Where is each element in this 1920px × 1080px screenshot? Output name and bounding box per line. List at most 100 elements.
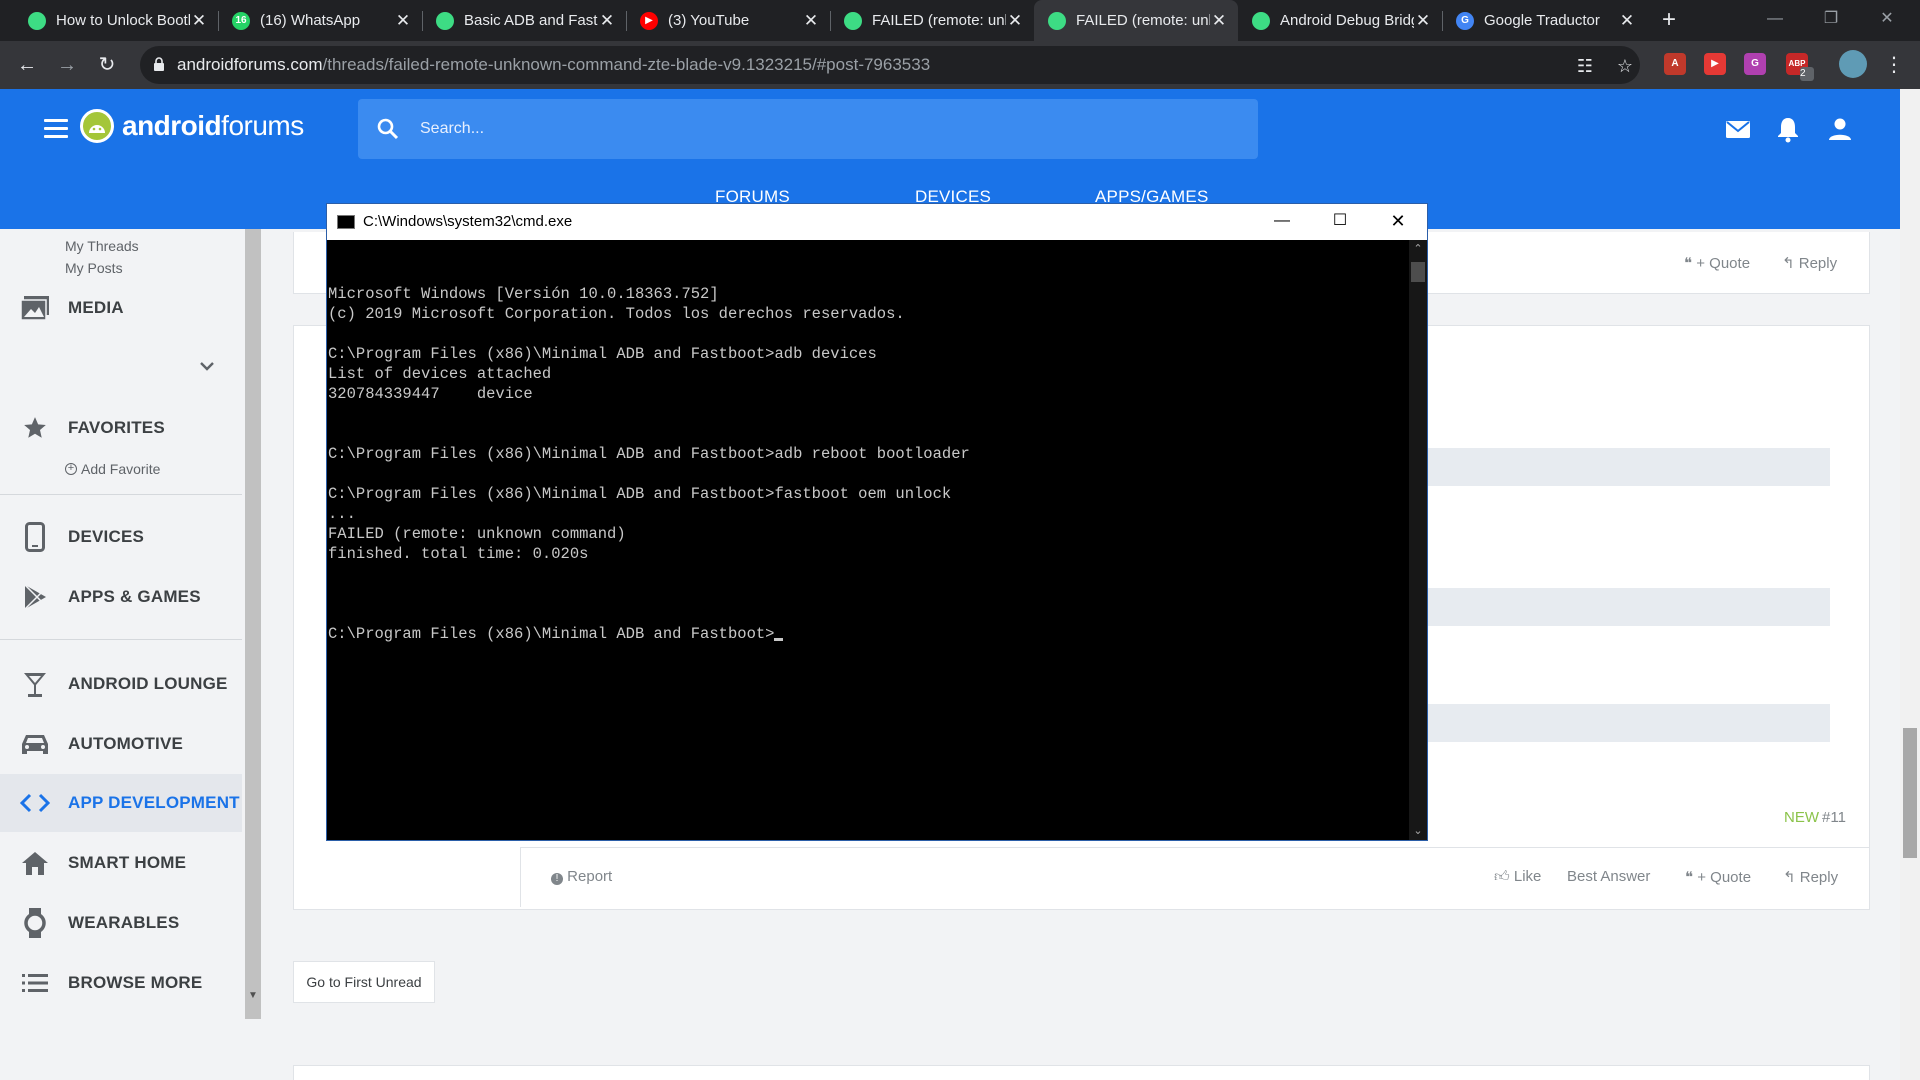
sidebar-item-apps-games[interactable]: APPS & GAMES	[0, 568, 242, 626]
browser-tab[interactable]: Android Debug Bridge ✕	[1238, 0, 1442, 41]
account-icon[interactable]	[1826, 115, 1854, 143]
browser-tab[interactable]: How to Unlock Bootloader✕	[14, 0, 218, 41]
go-to-first-unread-button[interactable]: Go to First Unread	[293, 961, 435, 1003]
cmd-prompt-line[interactable]: C:\Program Files (x86)\Minimal ADB and F…	[328, 624, 1408, 644]
cmd-window[interactable]: C:\Windows\system32\cmd.exe — ☐ ✕ Micros…	[326, 203, 1428, 841]
forward-button[interactable]: →	[53, 51, 81, 79]
hamburger-menu-icon[interactable]	[44, 119, 68, 139]
cmd-output-line: C:\Program Files (x86)\Minimal ADB and F…	[328, 485, 952, 503]
cmd-scroll-down-arrow[interactable]: ⌄	[1409, 822, 1427, 840]
address-bar[interactable]: androidforums.com/threads/failed-remote-…	[140, 46, 1640, 84]
browser-tab[interactable]: Basic ADB and Fastboot✕	[422, 0, 626, 41]
my-threads-link[interactable]: My Threads	[65, 238, 139, 254]
sidebar-item-label: WEARABLES	[68, 913, 180, 932]
quote-button[interactable]: ❝ + Quote	[1684, 254, 1750, 272]
add-favorite-label: Add Favorite	[81, 461, 161, 477]
tab-close-icon[interactable]: ✕	[1210, 11, 1228, 31]
page-scrollbar-thumb[interactable]	[1903, 728, 1917, 858]
play-store-icon	[20, 582, 50, 612]
sidebar-item-app-development[interactable]: APP DEVELOPMENT	[0, 774, 242, 832]
reply-button[interactable]: ↰ Reply	[1783, 868, 1838, 886]
sidebar-item-automotive[interactable]: AUTOMOTIVE	[0, 715, 242, 773]
chrome-menu-icon[interactable]: ⋮	[1880, 51, 1908, 79]
notifications-bell-icon[interactable]	[1774, 115, 1802, 143]
restore-window-button[interactable]: ❐	[1808, 0, 1854, 41]
browser-tab[interactable]: ▶ (3) YouTube ✕	[626, 0, 830, 41]
browser-tab[interactable]: FAILED (remote: unknown✕	[1034, 0, 1238, 41]
my-posts-link[interactable]: My Posts	[65, 260, 123, 276]
screencastify-extension[interactable]: ▶	[1704, 53, 1726, 75]
android-logo-icon	[80, 109, 114, 143]
sidebar-item-label: DEVICES	[68, 527, 145, 546]
report-button[interactable]: ! Report	[551, 868, 612, 885]
reload-button[interactable]: ↻	[93, 51, 121, 79]
sidebar-item-browse-more[interactable]: BROWSE MORE	[0, 954, 242, 1012]
tab-close-icon[interactable]: ✕	[1414, 11, 1432, 31]
browser-tab[interactable]: G Google Traductor ✕	[1442, 0, 1646, 41]
tab-close-icon[interactable]: ✕	[802, 11, 820, 31]
acrobat-extension[interactable]: A	[1664, 53, 1686, 75]
like-button[interactable]: 👍︎ Like	[1494, 868, 1541, 886]
cmd-output-line	[328, 464, 1408, 484]
profile-avatar[interactable]	[1839, 50, 1867, 78]
search-icon[interactable]	[376, 117, 400, 141]
page-scrollbar[interactable]	[1900, 89, 1920, 1080]
sidebar-item-devices[interactable]: DEVICES	[0, 508, 242, 566]
cmd-maximize-button[interactable]: ☐	[1311, 204, 1369, 240]
cmd-console-output[interactable]: Microsoft Windows [Versión 10.0.18363.75…	[327, 240, 1409, 840]
cmd-output-line: C:\Program Files (x86)\Minimal ADB and F…	[328, 345, 877, 363]
cmd-minimize-button[interactable]: —	[1253, 204, 1311, 240]
back-button[interactable]: ←	[13, 51, 41, 79]
cmd-output-line	[328, 404, 1408, 424]
new-tab-button[interactable]: +	[1655, 6, 1683, 34]
chevron-down-icon[interactable]	[199, 359, 215, 377]
sidebar-scroll-down-arrow[interactable]: ▼	[245, 990, 261, 1006]
minimize-window-button[interactable]: —	[1752, 0, 1798, 41]
tab-title: Basic ADB and Fastboot	[464, 12, 598, 29]
mail-icon[interactable]	[1724, 115, 1752, 143]
logo-text: androidforums	[122, 110, 304, 142]
sidebar-item-favorites[interactable]: FAVORITES	[0, 399, 242, 457]
post-number-link[interactable]: #11	[1822, 809, 1846, 826]
reply-arrow-icon: ↰	[1782, 255, 1795, 272]
sidebar-item-wearables[interactable]: WEARABLES	[0, 894, 242, 952]
tab-close-icon[interactable]: ✕	[394, 11, 412, 31]
tab-title: Android Debug Bridge	[1280, 12, 1414, 29]
quote-button[interactable]: ❝ + Quote	[1685, 868, 1751, 886]
site-logo[interactable]: androidforums	[80, 109, 304, 143]
best-answer-button[interactable]: Best Answer	[1567, 868, 1650, 885]
cmd-titlebar[interactable]: C:\Windows\system32\cmd.exe — ☐ ✕	[327, 204, 1427, 240]
sidebar-item-android-lounge[interactable]: ANDROID LOUNGE	[0, 655, 242, 713]
browser-tab[interactable]: FAILED (remote: unknown✕	[830, 0, 1034, 41]
cmd-close-button[interactable]: ✕	[1369, 204, 1427, 240]
tab-close-icon[interactable]: ✕	[1618, 11, 1636, 31]
sidebar-item-media[interactable]: MEDIA	[0, 279, 242, 337]
url-text[interactable]: androidforums.com/threads/failed-remote-…	[177, 55, 930, 75]
youtube-favicon: ▶	[640, 11, 658, 30]
cmd-scrollbar[interactable]: ⌃ ⌄	[1409, 240, 1427, 840]
grammarly-extension[interactable]: G	[1744, 53, 1766, 75]
tab-close-icon[interactable]: ✕	[1006, 11, 1024, 31]
add-favorite-link[interactable]: + Add Favorite	[65, 461, 160, 477]
logo-text-light: forums	[221, 110, 304, 141]
cmd-output-line: finished. total time: 0.020s	[328, 545, 589, 563]
cmd-scrollbar-thumb[interactable]	[1411, 262, 1425, 282]
bookmark-star-icon[interactable]: ☆	[1614, 55, 1636, 77]
list-icon	[20, 968, 50, 998]
close-window-button[interactable]: ✕	[1864, 0, 1910, 41]
tab-close-icon[interactable]: ✕	[598, 11, 616, 31]
cmd-scroll-up-arrow[interactable]: ⌃	[1409, 240, 1427, 258]
search-input[interactable]	[420, 113, 1220, 145]
sidebar-item-label: SMART HOME	[68, 853, 187, 872]
tab-title: FAILED (remote: unknown	[872, 12, 1006, 29]
translate-icon[interactable]: ☷	[1574, 55, 1596, 77]
sidebar-scrollbar[interactable]	[245, 229, 261, 1019]
browser-tab[interactable]: 16 (16) WhatsApp ✕	[218, 0, 422, 41]
reply-button[interactable]: ↰ Reply	[1782, 254, 1837, 272]
site-search[interactable]	[358, 99, 1258, 159]
tab-close-icon[interactable]: ✕	[190, 11, 208, 31]
sidebar-item-smart-home[interactable]: SMART HOME	[0, 834, 242, 892]
like-label: Like	[1513, 868, 1542, 885]
phone-icon	[20, 522, 50, 552]
lock-icon[interactable]	[153, 57, 165, 71]
